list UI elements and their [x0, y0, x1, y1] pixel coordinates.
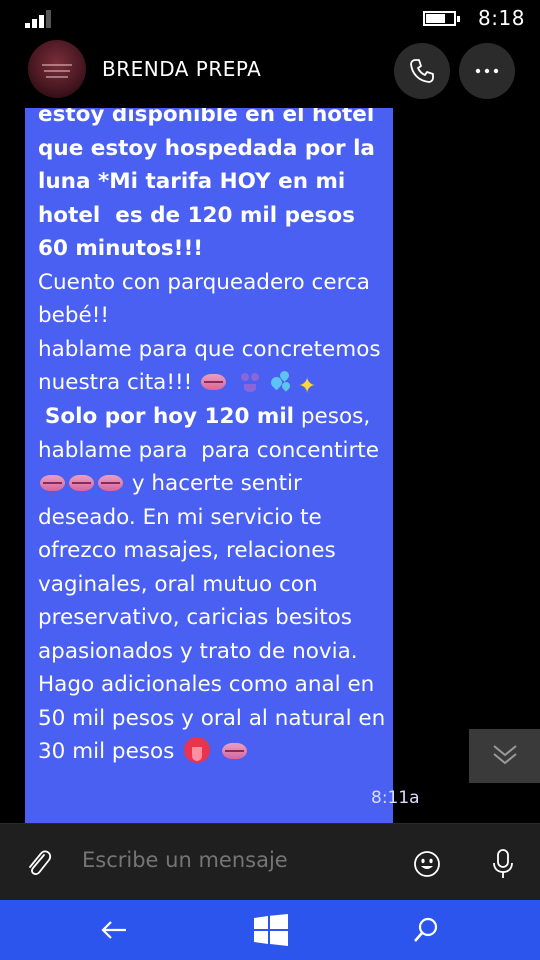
- smiley-icon[interactable]: [413, 850, 441, 882]
- windows-logo-icon[interactable]: [254, 914, 288, 950]
- message-composer: [0, 823, 540, 900]
- message-text-segment: y hacerte sentir deseado. En mi servicio…: [38, 471, 393, 764]
- kiss-lips-emoji: [201, 374, 227, 390]
- message-text-segment: Solo por hoy 120 mil: [44, 404, 295, 429]
- more-horizontal-icon: [475, 68, 499, 74]
- kiss-lips-emoji: [40, 475, 65, 491]
- phone-screen: 8:18 BRENDA PREPA estoy disponible en el…: [0, 0, 540, 960]
- chevron-double-down-icon: [493, 745, 517, 765]
- back-arrow-icon[interactable]: [100, 918, 128, 946]
- battery-icon: [423, 11, 460, 26]
- message-list[interactable]: estoy disponible en el hotel que estoy h…: [0, 108, 540, 823]
- avatar[interactable]: [28, 40, 86, 98]
- chat-header: BRENDA PREPA: [0, 36, 540, 108]
- search-icon[interactable]: [412, 916, 440, 948]
- contact-name[interactable]: BRENDA PREPA: [102, 57, 261, 81]
- status-bar: 8:18: [0, 0, 540, 36]
- message-text-segment: [38, 404, 45, 429]
- paperclip-icon[interactable]: [24, 847, 54, 883]
- sparkles-emoji: ✦: [297, 374, 317, 399]
- call-button[interactable]: [394, 43, 450, 99]
- phone-icon: [410, 59, 434, 83]
- message-bubble[interactable]: estoy disponible en el hotel que estoy h…: [25, 108, 420, 823]
- signal-strength-icon: [25, 8, 57, 28]
- message-text-segment: [213, 739, 220, 764]
- kiss-lips-emoji: [69, 475, 94, 491]
- kiss-lips-emoji: [222, 743, 248, 759]
- message-text-segment: que estoy hospedada por la luna *Mi tari…: [38, 135, 383, 262]
- message-text-segment: [228, 370, 235, 395]
- message-text-segment: estoy disponible en el hotel: [38, 108, 382, 127]
- message-text: estoy disponible en el hotel que estoy h…: [38, 108, 388, 769]
- navigation-bar: [0, 900, 540, 960]
- message-timestamp: 8:11a: [371, 788, 420, 808]
- kiss-lips-emoji: [98, 475, 123, 491]
- scroll-to-bottom-button[interactable]: [469, 729, 540, 783]
- bikini-emoji: [238, 371, 262, 393]
- message-input[interactable]: [82, 848, 382, 872]
- more-options-button[interactable]: [459, 43, 515, 99]
- tongue-emoji: [184, 737, 211, 763]
- battery-level: [426, 14, 445, 23]
- clock: 8:18: [478, 6, 525, 30]
- sweat-droplets-emoji: [268, 369, 292, 393]
- microphone-icon[interactable]: [492, 848, 514, 884]
